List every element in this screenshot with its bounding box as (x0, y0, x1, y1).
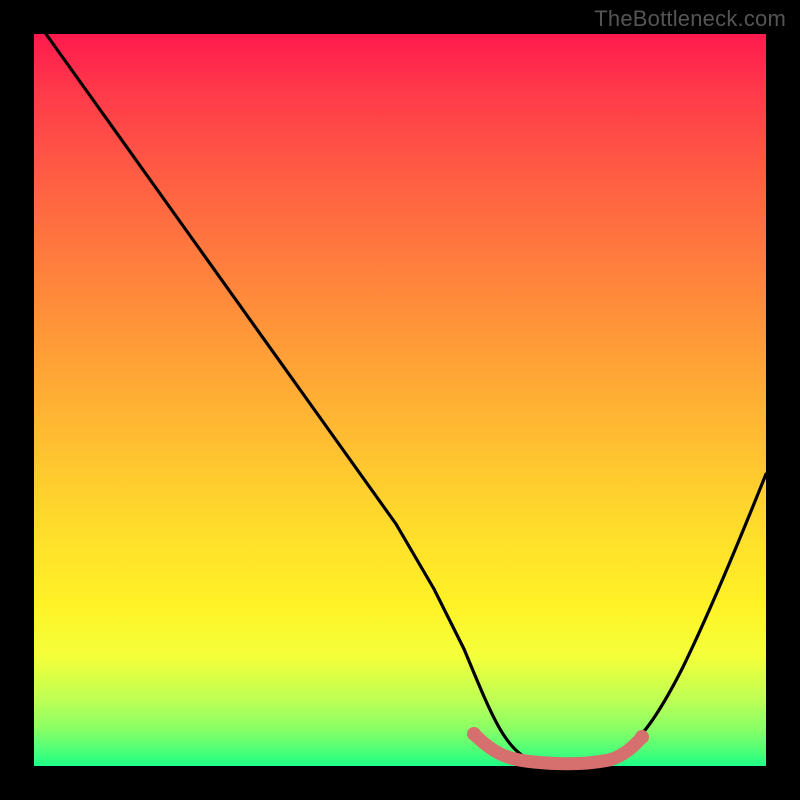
optimal-range-highlight (474, 734, 642, 764)
optimal-range-end-dot (635, 730, 649, 744)
plot-area (34, 34, 766, 766)
optimal-range-start-dot (467, 727, 481, 741)
chart-frame: TheBottleneck.com (0, 0, 800, 800)
bottleneck-curve (46, 34, 766, 764)
curve-svg (34, 34, 766, 766)
watermark-text: TheBottleneck.com (594, 6, 786, 32)
